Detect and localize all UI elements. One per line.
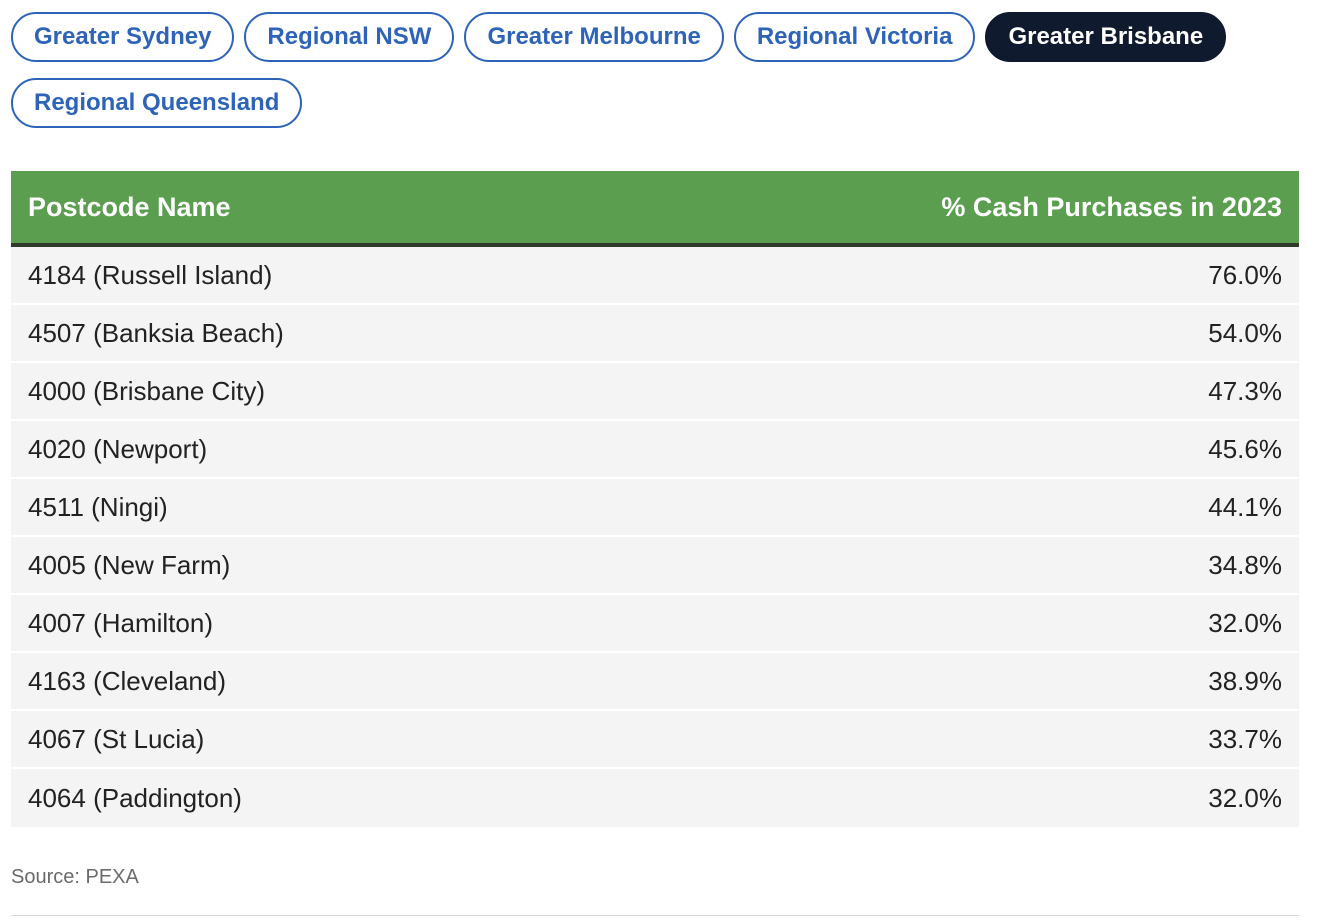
tab-regional-nsw[interactable]: Regional NSW — [244, 12, 455, 62]
tab-row-1: Greater Sydney Regional NSW Greater Melb… — [11, 12, 1321, 62]
table-row: 4067 (St Lucia) 33.7% — [11, 711, 1299, 769]
table-row: 4511 (Ningi) 44.1% — [11, 479, 1299, 537]
cash-purchases-table: Postcode Name % Cash Purchases in 2023 4… — [11, 171, 1299, 827]
table-row: 4005 (New Farm) 34.8% — [11, 537, 1299, 595]
table-header: Postcode Name % Cash Purchases in 2023 — [11, 171, 1299, 247]
row-cash-percent: 34.8% — [1208, 549, 1282, 580]
row-postcode-name: 4184 (Russell Island) — [28, 259, 273, 290]
row-cash-percent: 47.3% — [1208, 375, 1282, 406]
row-cash-percent: 38.9% — [1208, 665, 1282, 696]
tab-regional-victoria[interactable]: Regional Victoria — [733, 12, 976, 62]
row-postcode-name: 4064 (Paddington) — [28, 782, 242, 813]
tab-regional-queensland[interactable]: Regional Queensland — [11, 78, 303, 128]
row-cash-percent: 32.0% — [1208, 607, 1282, 638]
source-note: Source: PEXA — [11, 866, 139, 888]
row-postcode-name: 4067 (St Lucia) — [28, 723, 205, 754]
header-postcode-name: Postcode Name — [28, 191, 231, 222]
table-row: 4000 (Brisbane City) 47.3% — [11, 363, 1299, 421]
bottom-divider — [11, 915, 1299, 916]
table-row: 4064 (Paddington) 32.0% — [11, 769, 1299, 827]
row-cash-percent: 44.1% — [1208, 491, 1282, 522]
table-row: 4020 (Newport) 45.6% — [11, 421, 1299, 479]
header-cash-purchases: % Cash Purchases in 2023 — [941, 191, 1282, 222]
tab-greater-melbourne[interactable]: Greater Melbourne — [464, 12, 724, 62]
tab-row-2: Regional Queensland — [11, 78, 1321, 128]
row-postcode-name: 4000 (Brisbane City) — [28, 375, 265, 406]
row-postcode-name: 4511 (Ningi) — [28, 491, 168, 522]
table-row: 4507 (Banksia Beach) 54.0% — [11, 305, 1299, 363]
row-cash-percent: 33.7% — [1208, 723, 1282, 754]
table-row: 4007 (Hamilton) 32.0% — [11, 595, 1299, 653]
row-cash-percent: 45.6% — [1208, 433, 1282, 464]
tab-greater-brisbane[interactable]: Greater Brisbane — [985, 12, 1227, 62]
row-postcode-name: 4005 (New Farm) — [28, 549, 231, 580]
row-postcode-name: 4163 (Cleveland) — [28, 665, 227, 696]
row-cash-percent: 32.0% — [1208, 782, 1282, 813]
table-row: 4184 (Russell Island) 76.0% — [11, 247, 1299, 305]
row-postcode-name: 4007 (Hamilton) — [28, 607, 213, 638]
region-tabs: Greater Sydney Regional NSW Greater Melb… — [11, 12, 1321, 144]
table-row: 4163 (Cleveland) 38.9% — [11, 653, 1299, 711]
row-cash-percent: 54.0% — [1208, 317, 1282, 348]
row-cash-percent: 76.0% — [1208, 259, 1282, 290]
tab-greater-sydney[interactable]: Greater Sydney — [11, 12, 235, 62]
row-postcode-name: 4020 (Newport) — [28, 433, 208, 464]
row-postcode-name: 4507 (Banksia Beach) — [28, 317, 284, 348]
